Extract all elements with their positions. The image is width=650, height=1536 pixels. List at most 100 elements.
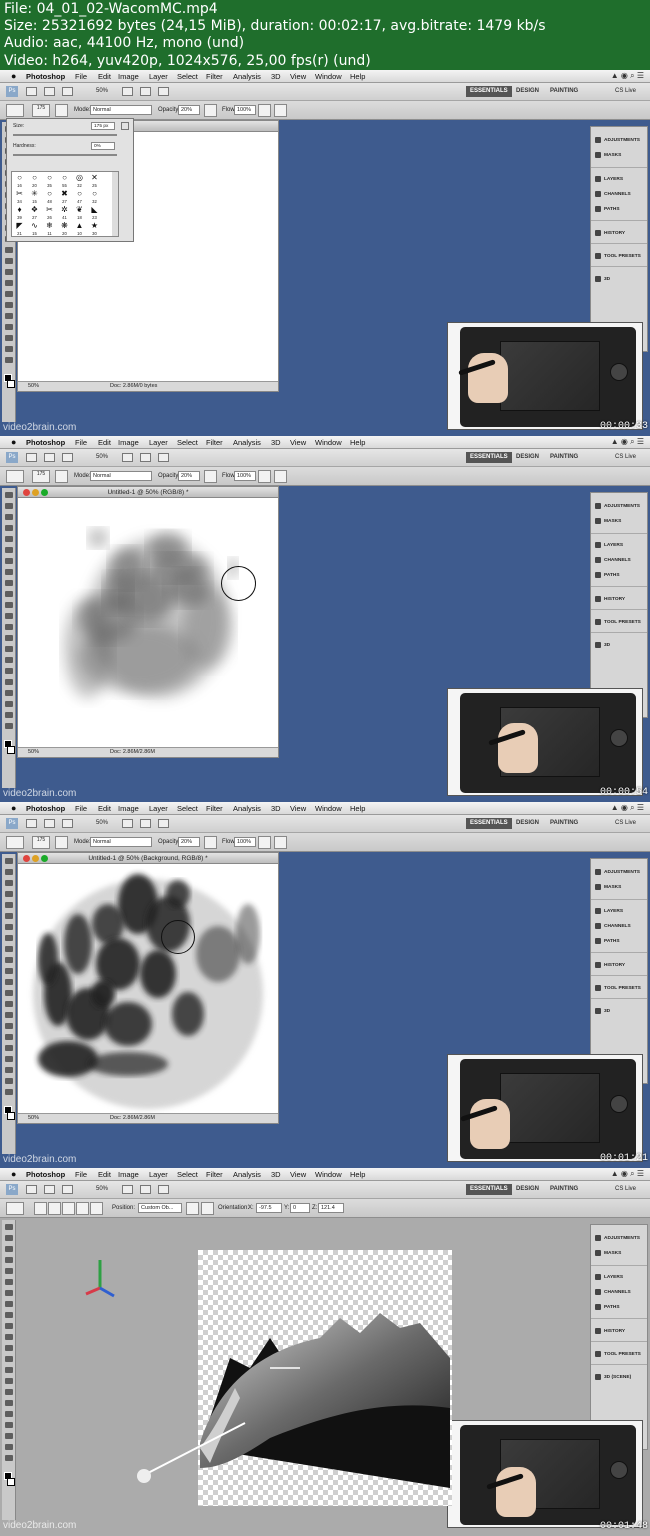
- cs-live-button[interactable]: CS Live: [615, 1184, 636, 1195]
- cs-live-button[interactable]: CS Live: [615, 818, 636, 829]
- panel-adjustments[interactable]: ADJUSTMENTS: [595, 135, 640, 147]
- size-slider[interactable]: [13, 134, 117, 136]
- path-select-tool-icon[interactable]: [5, 302, 13, 308]
- menu-image[interactable]: Image: [118, 804, 139, 813]
- brush-preset-item[interactable]: ❋ 20: [58, 221, 71, 237]
- menu-filter[interactable]: Filter: [206, 72, 223, 81]
- menu-file[interactable]: File: [75, 1170, 87, 1179]
- minimize-window-button[interactable]: [32, 855, 39, 862]
- panel-tool-presets[interactable]: TOOL PRESETS: [595, 251, 641, 263]
- menu-photoshop[interactable]: Photoshop: [26, 804, 65, 813]
- pen-tool-icon[interactable]: [5, 280, 13, 286]
- brush-preset-item[interactable]: ○ 55: [58, 173, 71, 189]
- menu-image[interactable]: Image: [118, 438, 139, 447]
- menu-view[interactable]: View: [290, 438, 306, 447]
- brush-preset-item[interactable]: ✕ 25: [88, 173, 101, 189]
- menu-edit[interactable]: Edit: [98, 804, 111, 813]
- menu-edit[interactable]: Edit: [98, 72, 111, 81]
- x-field[interactable]: -97.5: [256, 1203, 282, 1213]
- clone-stamp-tool-icon[interactable]: [5, 1312, 13, 1318]
- bridge-icon[interactable]: [26, 1185, 37, 1194]
- shape-tool-icon[interactable]: [5, 1045, 13, 1051]
- cs-live-button[interactable]: CS Live: [615, 86, 636, 97]
- hand-view-icon[interactable]: [122, 1185, 133, 1194]
- brush-panel-toggle-icon[interactable]: [55, 836, 68, 849]
- eraser-tool-icon[interactable]: [5, 968, 13, 974]
- brush-tool-icon[interactable]: [5, 935, 13, 941]
- brush-preset-item[interactable]: ○ 16: [13, 173, 26, 189]
- brush-preset-item[interactable]: ❄ 11: [43, 221, 56, 237]
- menu-window[interactable]: Window: [315, 804, 342, 813]
- bridge-icon[interactable]: [26, 87, 37, 96]
- gradient-tool-icon[interactable]: [5, 979, 13, 985]
- pressure-opacity-icon[interactable]: [204, 836, 217, 849]
- 3d-orbit-tool-icon[interactable]: [5, 1433, 13, 1439]
- type-tool-icon[interactable]: [5, 657, 13, 663]
- menu-help[interactable]: Help: [350, 1170, 365, 1179]
- zoom-tool-icon[interactable]: [5, 357, 13, 363]
- close-window-button[interactable]: [23, 489, 30, 496]
- menu-3d[interactable]: 3D: [271, 1170, 281, 1179]
- background-color-swatch[interactable]: [7, 746, 15, 754]
- arrange-documents-icon[interactable]: [158, 453, 169, 462]
- panel-channels[interactable]: CHANNELS: [595, 1287, 631, 1299]
- x-axis-handle[interactable]: [85, 1286, 101, 1296]
- hand-view-icon[interactable]: [122, 87, 133, 96]
- menu-layer[interactable]: Layer: [149, 1170, 168, 1179]
- z-axis-handle[interactable]: [99, 1286, 115, 1298]
- arrange-documents-icon[interactable]: [158, 1185, 169, 1194]
- preset-scrollbar[interactable]: [112, 172, 118, 236]
- menu-3d[interactable]: 3D: [271, 804, 281, 813]
- panel-channels[interactable]: CHANNELS: [595, 555, 631, 567]
- lasso-tool-icon[interactable]: [5, 880, 13, 886]
- menu-help[interactable]: Help: [350, 72, 365, 81]
- menu-view[interactable]: View: [290, 1170, 306, 1179]
- menu-edit[interactable]: Edit: [98, 1170, 111, 1179]
- delete-position-icon[interactable]: [201, 1202, 214, 1215]
- panel-layers[interactable]: LAYERS: [595, 906, 623, 918]
- menu-select[interactable]: Select: [177, 72, 198, 81]
- workspace-essentials[interactable]: ESSENTIALS: [466, 1184, 512, 1195]
- shape-tool-icon[interactable]: [5, 679, 13, 685]
- pressure-opacity-icon[interactable]: [204, 104, 217, 117]
- zoom-level-dropdown[interactable]: 50%: [96, 88, 108, 94]
- cs-live-button[interactable]: CS Live: [615, 452, 636, 463]
- pen-tool-icon[interactable]: [5, 646, 13, 652]
- type-tool-icon[interactable]: [5, 1023, 13, 1029]
- dodge-tool-icon[interactable]: [5, 635, 13, 641]
- menu-window[interactable]: Window: [315, 1170, 342, 1179]
- crop-tool-icon[interactable]: [5, 536, 13, 542]
- menu-help[interactable]: Help: [350, 438, 365, 447]
- panel-3d[interactable]: 3D (SCENE): [595, 1372, 631, 1384]
- 3d-object-scale-icon[interactable]: [90, 1202, 103, 1215]
- flow-field[interactable]: 100%: [234, 105, 256, 115]
- history-brush-tool-icon[interactable]: [5, 1323, 13, 1329]
- save-position-icon[interactable]: [186, 1202, 199, 1215]
- mode-select[interactable]: Normal: [90, 105, 152, 115]
- quick-select-tool-icon[interactable]: [5, 891, 13, 897]
- panel-history[interactable]: HISTORY: [595, 594, 625, 606]
- menu-select[interactable]: Select: [177, 438, 198, 447]
- move-tool-icon[interactable]: [5, 1224, 13, 1230]
- 3d-orbit-tool-icon[interactable]: [5, 335, 13, 341]
- crop-tool-icon[interactable]: [5, 1268, 13, 1274]
- panel-channels[interactable]: CHANNELS: [595, 189, 631, 201]
- 3d-object-pan-icon[interactable]: [62, 1202, 75, 1215]
- brush-preset-item[interactable]: ❖ 27: [28, 205, 41, 221]
- menu-window[interactable]: Window: [315, 438, 342, 447]
- brush-preset-item[interactable]: ○ 48: [43, 189, 56, 205]
- panel-layers[interactable]: LAYERS: [595, 174, 623, 186]
- hand-tool-icon[interactable]: [5, 1078, 13, 1084]
- menu-file[interactable]: File: [75, 438, 87, 447]
- brush-tool-icon[interactable]: [5, 569, 13, 575]
- blur-tool-icon[interactable]: [5, 258, 13, 264]
- arrange-documents-icon[interactable]: [158, 819, 169, 828]
- hand-view-icon[interactable]: [122, 453, 133, 462]
- bridge-icon[interactable]: [26, 819, 37, 828]
- workspace-design[interactable]: DESIGN: [512, 452, 543, 463]
- pressure-opacity-icon[interactable]: [204, 470, 217, 483]
- panel-3d[interactable]: 3D: [595, 274, 610, 286]
- background-color-swatch[interactable]: [7, 1478, 15, 1486]
- menu-photoshop[interactable]: Photoshop: [26, 72, 65, 81]
- 3d-rotate-tool-icon[interactable]: [5, 1056, 13, 1062]
